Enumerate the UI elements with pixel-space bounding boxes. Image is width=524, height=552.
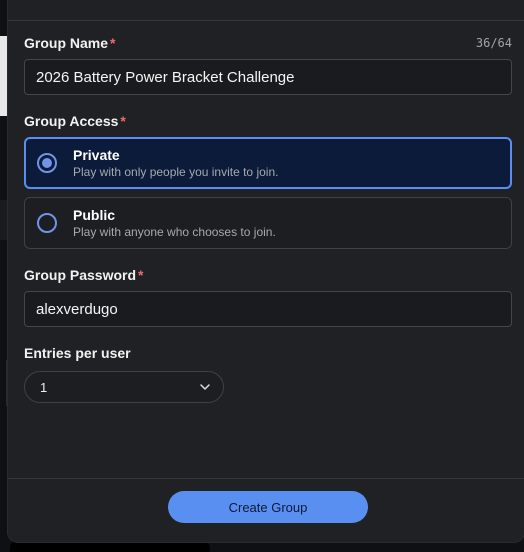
option-subtitle: Play with anyone who chooses to join.	[73, 225, 276, 239]
option-title: Public	[73, 207, 116, 223]
radio-selected-icon	[37, 153, 57, 173]
option-subtitle: Play with only people you invite to join…	[73, 165, 279, 179]
access-option-private[interactable]: Private Play with only people you invite…	[24, 137, 512, 189]
entries-label-row: Entries per user	[24, 343, 512, 363]
entries-per-user-select[interactable]: 1	[24, 371, 224, 403]
create-group-button[interactable]: Create Group	[168, 491, 368, 523]
group-access-label-row: Group Access *	[24, 111, 512, 131]
radio-unselected-icon	[37, 213, 57, 233]
option-title: Private	[73, 147, 120, 163]
required-mark: *	[138, 267, 144, 283]
modal-body: Group Name * 36/64 2026 Battery Power Bra…	[8, 21, 524, 403]
group-password-value: alexverdugo	[36, 300, 118, 318]
required-mark: *	[110, 35, 116, 51]
group-name-input[interactable]: 2026 Battery Power Bracket Challenge	[24, 59, 512, 95]
modal-header	[8, 0, 524, 21]
group-password-input[interactable]: alexverdugo	[24, 291, 512, 327]
character-counter: 36/64	[475, 36, 512, 50]
access-option-public[interactable]: Public Play with anyone who chooses to j…	[24, 197, 512, 249]
group-password-label-text: Group Password	[24, 267, 137, 283]
group-name-value: 2026 Battery Power Bracket Challenge	[36, 68, 295, 86]
entries-selected-value: 1	[40, 379, 48, 395]
group-password-label-row: Group Password *	[24, 265, 512, 285]
chevron-down-icon	[200, 384, 210, 390]
create-group-modal: Group Name * 36/64 2026 Battery Power Bra…	[8, 0, 524, 542]
required-mark: *	[120, 113, 126, 129]
modal-footer: Create Group	[8, 478, 524, 535]
group-name-label: Group Name *	[24, 35, 115, 51]
group-name-label-text: Group Name	[24, 35, 109, 51]
group-name-label-row: Group Name * 36/64	[24, 33, 512, 53]
group-access-label: Group Access *	[24, 113, 126, 129]
entries-per-user-label: Entries per user	[24, 345, 131, 361]
group-password-label: Group Password *	[24, 267, 143, 283]
group-access-label-text: Group Access	[24, 113, 119, 129]
